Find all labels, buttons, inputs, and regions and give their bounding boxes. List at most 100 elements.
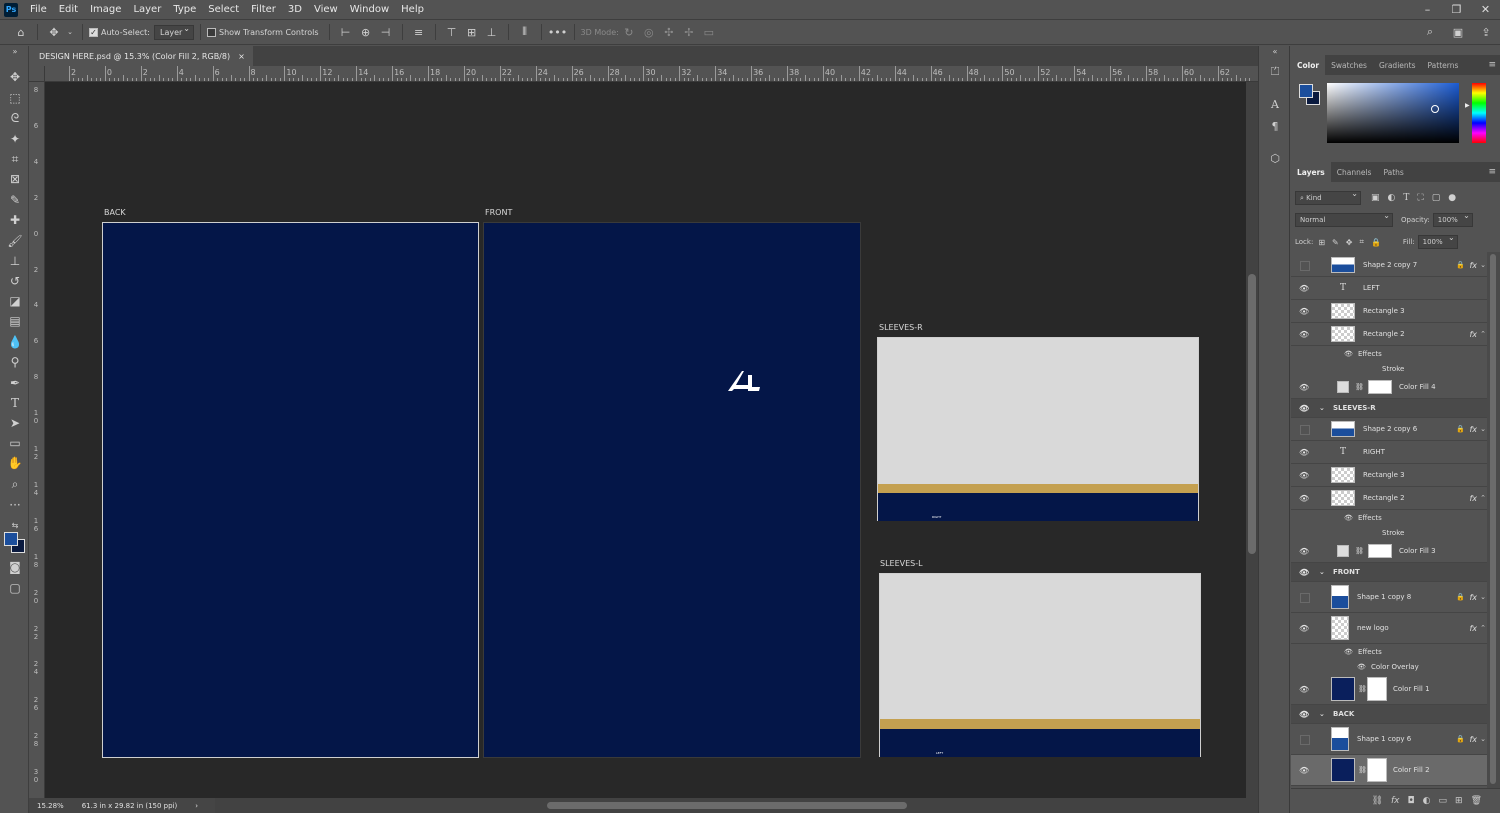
3d-orbit-icon[interactable]: ↻ <box>620 23 638 41</box>
align-left-icon[interactable]: ⊢ <box>337 23 355 41</box>
tab-gradients[interactable]: Gradients <box>1373 55 1422 75</box>
visibility-eye-icon[interactable]: 👁 <box>1299 685 1309 694</box>
menu-window[interactable]: Window <box>344 4 395 15</box>
effects-toggle-icon[interactable]: ⌄ <box>1480 735 1486 743</box>
healing-brush-tool-icon[interactable]: ✚ <box>6 211 24 229</box>
menu-image[interactable]: Image <box>84 4 127 15</box>
layer-effects-icon[interactable]: fx <box>1469 330 1477 339</box>
screen-mode-icon[interactable]: ▢ <box>6 579 24 597</box>
hue-slider[interactable] <box>1472 83 1486 143</box>
3d-panel-icon[interactable]: ⬡ <box>1267 150 1283 166</box>
tab-paths[interactable]: Paths <box>1377 162 1409 182</box>
foreground-color-swatch[interactable] <box>4 532 18 546</box>
sleeve-right-artboard[interactable]: RIGHT <box>877 337 1199 521</box>
menu-help[interactable]: Help <box>395 4 430 15</box>
layer-group-row[interactable]: 👁 ⌄ FRONT <box>1291 563 1487 582</box>
document-tab[interactable]: DESIGN HERE.psd @ 15.3% (Color Fill 2, R… <box>29 46 253 66</box>
3d-slide-icon[interactable]: ✢ <box>680 23 698 41</box>
color-panel-swatches[interactable] <box>1299 84 1321 106</box>
layer-row[interactable]: 👁 new logo fx ⌃ <box>1291 613 1487 644</box>
lock-all-icon[interactable]: 🔒 <box>1371 238 1381 247</box>
lasso-tool-icon[interactable]: ᘓ <box>6 109 24 127</box>
effects-toggle-icon[interactable]: ⌄ <box>1480 425 1486 433</box>
canvas-area[interactable]: BACK FRONT SLEEVES-R RIGHT SLEEVES-L LEF… <box>45 82 1246 798</box>
align-right-icon[interactable]: ⊣ <box>377 23 395 41</box>
effect-visibility-icon[interactable]: 👁 <box>1344 648 1353 656</box>
effects-toggle-icon[interactable]: ⌃ <box>1480 624 1486 632</box>
effects-toggle-icon[interactable]: ⌃ <box>1480 330 1486 338</box>
move-tool-icon[interactable]: ✥ <box>45 23 63 41</box>
menu-filter[interactable]: Filter <box>245 4 282 15</box>
paragraph-panel-icon[interactable]: ¶ <box>1267 118 1283 134</box>
layer-effects-icon[interactable]: fx <box>1469 593 1477 602</box>
menu-view[interactable]: View <box>308 4 344 15</box>
edit-toolbar-icon[interactable]: ··· <box>6 496 24 514</box>
distribute-vertical-icon[interactable]: ⫴ <box>516 23 534 41</box>
lock-position-icon[interactable]: ✥ <box>1346 238 1353 247</box>
crop-tool-icon[interactable]: ⌗ <box>6 150 24 168</box>
marquee-tool-icon[interactable]: ⬚ <box>6 89 24 107</box>
color-picker-field[interactable] <box>1327 83 1459 143</box>
effect-visibility-icon[interactable]: 👁 <box>1344 514 1353 522</box>
layer-row[interactable]: 👁 T LEFT <box>1291 277 1487 300</box>
pen-tool-icon[interactable]: ✒ <box>6 374 24 392</box>
filter-smart-object-icon[interactable]: ▢ <box>1432 193 1441 203</box>
menu-type[interactable]: Type <box>167 4 202 15</box>
scroll-thumb[interactable] <box>1490 254 1496 784</box>
align-center-h-icon[interactable]: ⊕ <box>357 23 375 41</box>
minimize-button[interactable]: – <box>1413 0 1442 19</box>
scroll-thumb[interactable] <box>1248 274 1256 554</box>
tab-layers[interactable]: Layers <box>1291 162 1331 182</box>
collapse-toolbar-icon[interactable]: » <box>6 46 24 56</box>
layer-effects-icon[interactable]: fx <box>1469 494 1477 503</box>
add-style-icon[interactable]: fx <box>1391 796 1400 806</box>
type-tool-icon[interactable]: T <box>6 394 24 412</box>
mask-link-icon[interactable]: ⛓ <box>1355 383 1364 391</box>
frame-tool-icon[interactable]: ⊠ <box>6 170 24 188</box>
magic-wand-tool-icon[interactable]: ✦ <box>6 130 24 148</box>
distribute-icon[interactable]: ≡ <box>410 23 428 41</box>
path-selection-tool-icon[interactable]: ➤ <box>6 414 24 432</box>
close-button[interactable]: ✕ <box>1471 0 1500 19</box>
effects-toggle-icon[interactable]: ⌄ <box>1480 261 1486 269</box>
menu-select[interactable]: Select <box>202 4 245 15</box>
align-middle-v-icon[interactable]: ⊞ <box>463 23 481 41</box>
search-icon[interactable]: ⌕ <box>1421 23 1439 41</box>
back-panel[interactable] <box>102 222 479 758</box>
filter-type-icon[interactable]: T <box>1403 193 1409 203</box>
group-collapse-icon[interactable]: ⌄ <box>1319 568 1325 576</box>
visibility-eye-icon[interactable]: 👁 <box>1299 284 1309 293</box>
rectangle-tool-icon[interactable]: ▭ <box>6 434 24 452</box>
lock-image-icon[interactable]: ✎ <box>1332 238 1339 247</box>
effects-toggle-icon[interactable]: ⌃ <box>1480 494 1486 502</box>
move-tool-icon[interactable]: ✥ <box>6 68 24 86</box>
layer-row[interactable]: Shape 2 copy 6 🔒 fx ⌄ <box>1291 418 1487 441</box>
scroll-thumb[interactable] <box>547 802 907 809</box>
dodge-tool-icon[interactable]: ⚲ <box>6 353 24 371</box>
align-top-icon[interactable]: ⊤ <box>443 23 461 41</box>
brush-tool-icon[interactable]: 🖌 <box>6 232 24 250</box>
foreground-color-swatch[interactable] <box>1299 84 1313 98</box>
menu-3d[interactable]: 3D <box>282 4 308 15</box>
3d-roll-icon[interactable]: ◎ <box>640 23 658 41</box>
tab-swatches[interactable]: Swatches <box>1325 55 1373 75</box>
filter-shape-icon[interactable]: ⛶ <box>1417 193 1423 203</box>
visibility-eye-icon[interactable]: 👁 <box>1299 547 1309 556</box>
visibility-eye-icon[interactable]: 👁 <box>1299 471 1309 480</box>
menu-layer[interactable]: Layer <box>127 4 167 15</box>
tab-patterns[interactable]: Patterns <box>1422 55 1465 75</box>
picker-cursor[interactable] <box>1431 105 1439 113</box>
layer-kind-filter[interactable]: ⌕ Kind <box>1295 189 1361 205</box>
auto-select-checkbox[interactable]: ✓ <box>89 27 98 37</box>
mask-link-icon[interactable]: ⛓ <box>1358 766 1367 774</box>
visibility-eye-icon[interactable]: 👁 <box>1299 404 1309 413</box>
close-tab-icon[interactable]: × <box>238 52 245 61</box>
panel-menu-icon[interactable]: ≡ <box>1488 60 1496 70</box>
layer-effect-row[interactable]: Stroke <box>1291 361 1487 376</box>
layer-row[interactable]: Shape 1 copy 6 🔒 fx ⌄ <box>1291 724 1487 755</box>
layer-effect-row[interactable]: 👁 Effects <box>1291 346 1487 361</box>
layer-effects-icon[interactable]: fx <box>1469 261 1477 270</box>
more-options-icon[interactable]: ••• <box>548 23 567 41</box>
layer-effects-icon[interactable]: fx <box>1469 624 1477 633</box>
expand-panels-icon[interactable]: « <box>1267 46 1283 56</box>
